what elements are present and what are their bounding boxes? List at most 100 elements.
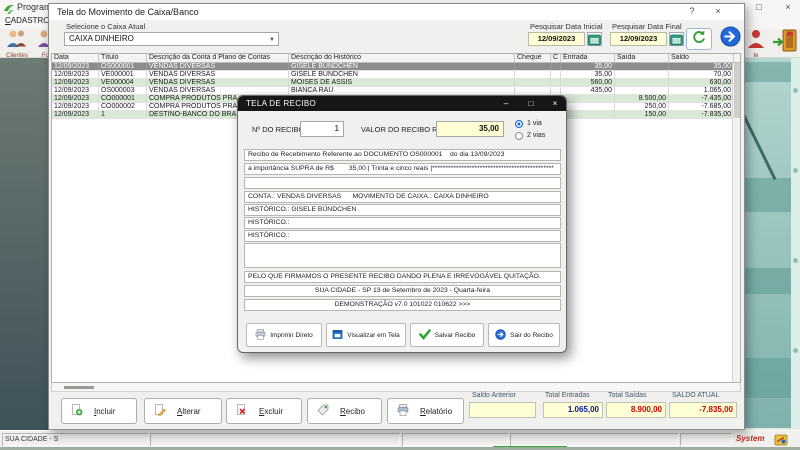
toolbar-partial-button[interactable]: te: [741, 29, 771, 58]
incluir-button[interactable]: Incluir: [61, 398, 137, 424]
receipt-demo-line: DEMONSTRAÇÃO v7.0 101022 010622 >>>: [244, 299, 561, 311]
check-icon: [419, 329, 431, 342]
receipt-historico3-line: HISTÓRICO.:: [244, 230, 561, 242]
recibo-button[interactable]: Recibo: [307, 398, 382, 424]
statusbar-city: SUA CIDADE - S: [2, 433, 148, 446]
table-header: Data Título Descrição da Conta d Plano d…: [52, 54, 740, 63]
visualizar-tela-button[interactable]: Visualizar em Tela: [326, 323, 406, 347]
exit-door-icon: [772, 40, 798, 57]
receipt-blank-area: [244, 243, 561, 268]
statusbar-cell: [402, 433, 508, 446]
table-row[interactable]: 12/09/2023OS000003VENDAS DIVERSASBIANCA …: [52, 87, 740, 95]
column-header-saldo[interactable]: Saldo: [669, 54, 734, 62]
imprimir-direto-button[interactable]: Imprimir Direto: [246, 323, 322, 347]
refresh-button[interactable]: [686, 28, 712, 50]
delete-x-icon: [236, 404, 248, 418]
red-person-icon: [745, 36, 767, 53]
column-header-c[interactable]: C: [551, 54, 561, 62]
toolbar-exit-button[interactable]: [770, 29, 800, 58]
relatorio-button[interactable]: Relatório: [387, 398, 464, 424]
total-entradas-label: Total Entradas: [545, 392, 590, 399]
table-row[interactable]: 12/09/2023OS000001VENDAS DIVERSASGISELE …: [52, 63, 740, 71]
saldo-anterior-label: Saldo Anterior: [472, 392, 516, 399]
dialog-minimize-button[interactable]: –: [496, 96, 516, 111]
printer-icon: [397, 404, 409, 418]
alterar-button[interactable]: Alterar: [144, 398, 222, 424]
receipt-historico2-line: HISTÓRICO.:: [244, 217, 561, 229]
total-saidas-label: Total Saídas: [608, 392, 647, 399]
receipt-dialog: TELA DE RECIBO – □ × Nº DO RECIBO 1 VALO…: [237, 95, 567, 353]
search-final-date-field[interactable]: 12/09/2023: [610, 32, 667, 46]
total-saidas-field: 8.900,00: [606, 402, 666, 418]
saldo-atual-label: SALDO ATUAL: [672, 392, 719, 399]
column-header-saida[interactable]: Saída: [615, 54, 669, 62]
caixa-select-value: CAIXA DINHEIRO: [69, 34, 134, 43]
column-header-titulo[interactable]: Título: [99, 54, 147, 62]
total-entradas-field: 1.065,00: [543, 402, 603, 418]
search-final-label: Pesquisar Data Final: [612, 22, 682, 31]
preview-window-icon: [332, 329, 343, 342]
main-maximize-button[interactable]: □: [748, 0, 770, 15]
add-record-icon: [71, 404, 83, 418]
radio-2-vias-label: 2 vias: [527, 132, 545, 139]
receipt-historico1-line: HISTÓRICO.: GISELE BÜNDCHEN: [244, 204, 561, 216]
receipt-tag-icon: [317, 404, 329, 418]
receipt-quitacao-line: PELO QUE FIRMAMOS O PRESENTE RECIBO DAND…: [244, 271, 561, 283]
scrollbar-thumb[interactable]: [64, 386, 94, 389]
table-row[interactable]: 12/09/2023VE000004VENDAS DIVERSASMOISES …: [52, 79, 740, 87]
column-header-cheque[interactable]: Cheque: [515, 54, 551, 62]
numero-recibo-label: Nº DO RECIBO: [252, 125, 304, 134]
table-horizontal-scrollbar[interactable]: [51, 383, 741, 392]
saldo-anterior-field: [469, 402, 536, 418]
valor-recibo-field[interactable]: 35,00: [436, 121, 504, 137]
printer-icon: [255, 329, 266, 342]
toolbar-clientes-button[interactable]: Clientes: [2, 29, 32, 58]
receipt-blank-line: [244, 177, 561, 189]
caixa-select[interactable]: CAIXA DINHEIRO ▼: [64, 32, 279, 46]
column-header-data[interactable]: Data: [52, 54, 99, 62]
excluir-button[interactable]: Excluir: [226, 398, 302, 424]
go-arrow-icon: [720, 26, 741, 52]
numero-recibo-field[interactable]: 1: [300, 121, 344, 137]
salvar-recibo-button[interactable]: Salvar Recibo: [410, 323, 484, 347]
radio-1-via[interactable]: [515, 120, 523, 128]
movement-titlebar: Tela do Movimento de Caixa/Banco ? ×: [49, 4, 744, 20]
statusbar-cell: [150, 433, 400, 446]
movement-close-button[interactable]: ×: [707, 4, 729, 19]
receipt-conta-line: CONTA.: VENDAS DIVERSAS MOVIMENTO DE CAI…: [244, 191, 561, 203]
receipt-dialog-titlebar: TELA DE RECIBO – □ ×: [238, 96, 566, 111]
mdi-background: [0, 58, 48, 430]
column-header-conta[interactable]: Descrição da Conta d Plano de Contas: [147, 54, 289, 62]
statusbar-system-label: System: [736, 434, 764, 443]
search-initial-date-field[interactable]: 12/09/2023: [528, 32, 585, 46]
movement-window-title: Tela do Movimento de Caixa/Banco: [57, 7, 199, 17]
clients-people-icon: [5, 36, 29, 53]
main-close-button[interactable]: ×: [777, 0, 799, 15]
saldo-atual-field: -7.835,00: [669, 402, 737, 418]
radio-2-vias[interactable]: [515, 132, 523, 140]
refresh-icon: [691, 29, 707, 50]
table-vertical-scrollbar[interactable]: [732, 63, 740, 382]
dialog-close-button[interactable]: ×: [545, 96, 565, 111]
search-initial-label: Pesquisar Data Inicial: [530, 22, 603, 31]
statusbar-cell: [510, 433, 678, 446]
movement-help-button[interactable]: ?: [681, 4, 703, 19]
receipt-cidade-line: SUA CIDADE - SP 13 de Setembro de 2023 -…: [244, 285, 561, 297]
exit-circle-arrow-icon: [495, 329, 506, 342]
receipt-documento-line: Recibo de Recebimento Referente ao DOCUM…: [244, 149, 561, 161]
table-row[interactable]: 12/09/2023VE000001VENDAS DIVERSASGISELE …: [52, 71, 740, 79]
receipt-dialog-title: TELA DE RECIBO: [246, 99, 316, 108]
calendar-final-button[interactable]: [669, 32, 684, 46]
column-header-entrada[interactable]: Entrada: [561, 54, 615, 62]
sair-recibo-button[interactable]: Sair do Recibo: [488, 323, 560, 347]
dialog-maximize-button[interactable]: □: [521, 96, 541, 111]
go-button[interactable]: [718, 28, 742, 50]
column-header-historico[interactable]: Descrição do Histórico: [289, 54, 515, 62]
scrollbar-thumb[interactable]: [734, 63, 740, 118]
calendar-initial-button[interactable]: [587, 32, 602, 46]
chevron-down-icon: ▼: [269, 34, 275, 46]
statusbar-cell: [680, 433, 732, 446]
caixa-select-label: Selecione o Caixa Atual: [66, 22, 145, 31]
main-statusbar: SUA CIDADE - S System: [0, 430, 800, 447]
decorative-artwork: [745, 58, 800, 428]
